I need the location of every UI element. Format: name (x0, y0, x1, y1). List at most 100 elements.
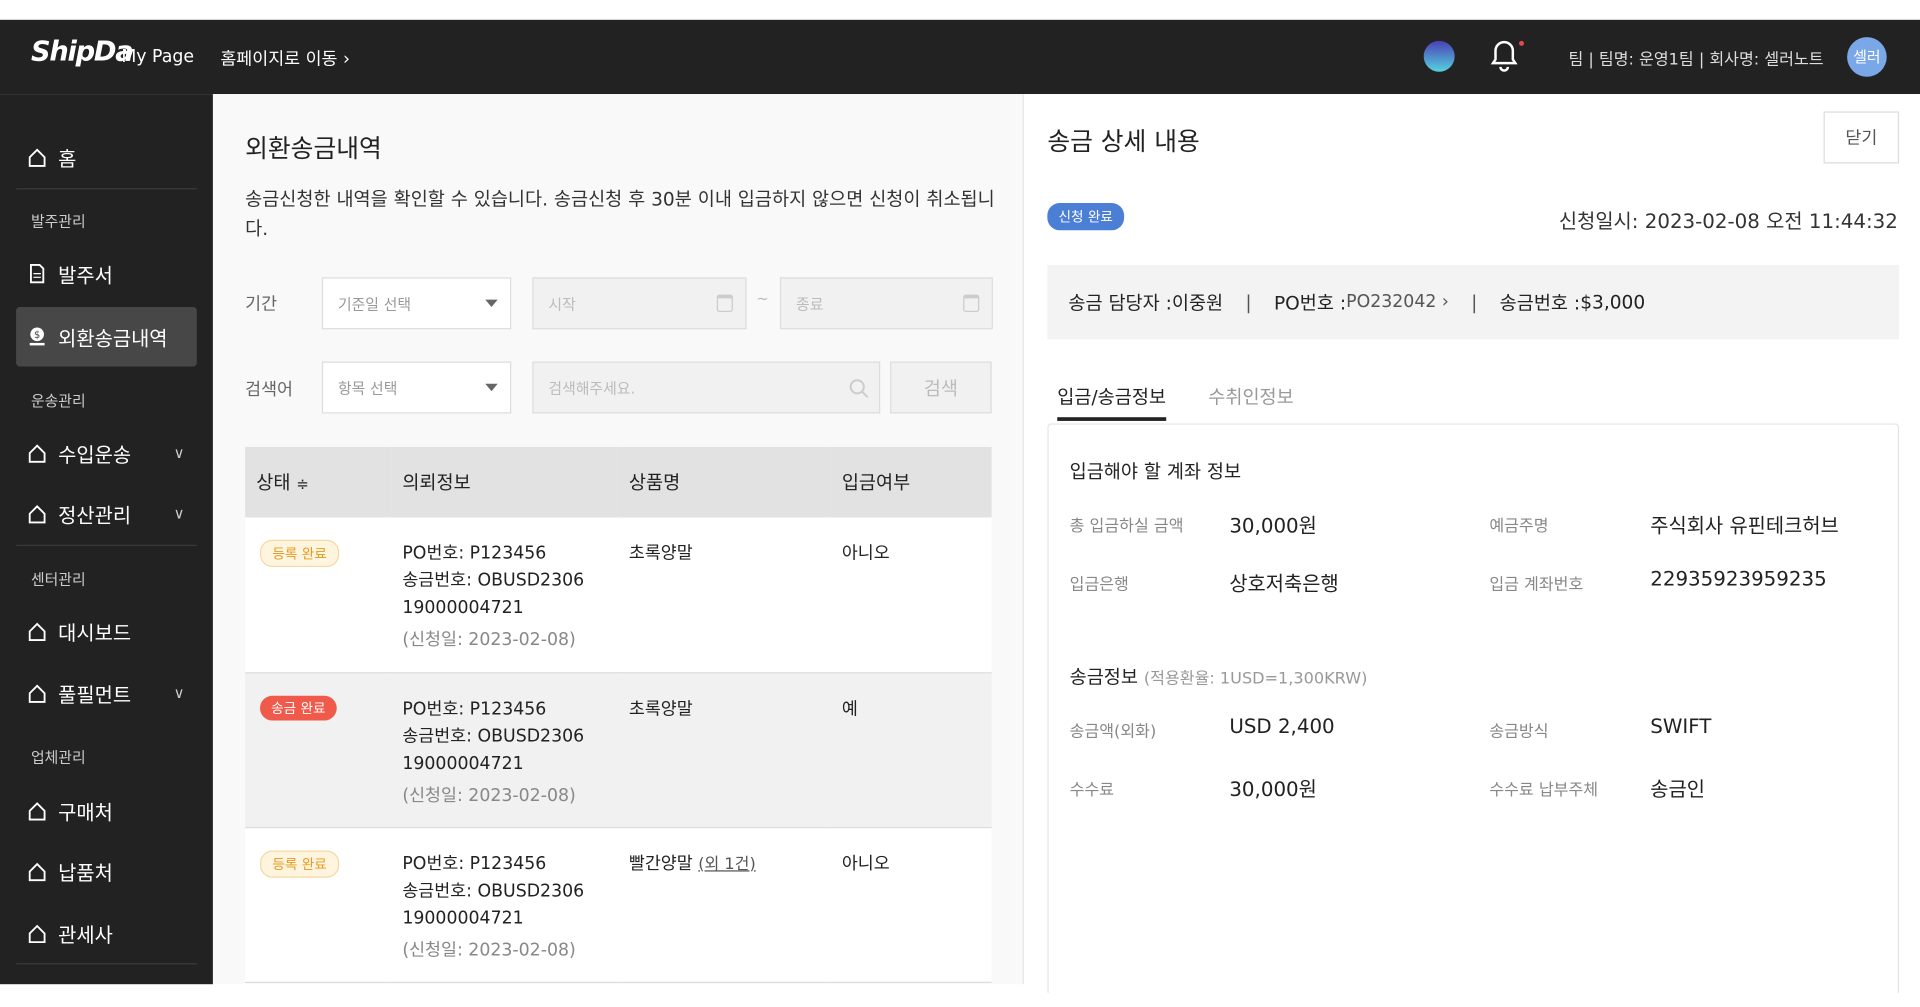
sidebar-item-dashboard[interactable]: 대시보드 (16, 607, 197, 657)
shipda-logo[interactable]: ShipDa (31, 37, 134, 68)
field-value: 30,000원 (1229, 777, 1317, 801)
divider (16, 188, 197, 190)
table-row[interactable]: 송금 완료 PO번호: P123456 송금번호: OBUSD2306 190000… (245, 672, 992, 828)
avatar[interactable]: 셀러 (1847, 37, 1887, 77)
remit-amount: $3,000 (1580, 290, 1646, 314)
sidebar-item-settlement[interactable]: 정산관리 ∨ (16, 489, 197, 539)
po-number: PO번호: P123456 (402, 543, 547, 564)
remit-label: 송금번호 : (1499, 291, 1581, 314)
field-value: 30,000원 (1229, 513, 1317, 538)
input-placeholder: 종료 (796, 295, 824, 313)
column-header-status[interactable]: 상태 ≑ (245, 446, 392, 518)
table-row[interactable]: 등록 완료 PO번호: P123456 송금번호: OBUSD2306 190000… (245, 826, 992, 983)
page-description: 송금신청한 내역을 확인할 수 있습니다. 송금신청 후 30분 이내 입금하지… (245, 188, 995, 241)
select-placeholder: 항목 선택 (337, 379, 398, 397)
remit-section-title: 송금정보 (적용환율: 1USD=1,300KRW) (1070, 664, 1368, 690)
field-label: 총 입금하실 금액 (1069, 517, 1184, 537)
range-tilde: ~ (756, 289, 769, 308)
bell-icon[interactable] (1489, 38, 1519, 73)
sidebar-item-import[interactable]: 수입운송 ∨ (16, 428, 197, 478)
summary-bar: 송금 담당자 : 이중원 | PO번호 : PO232042 › | 송금번호 … (1047, 264, 1900, 340)
remittance-detail-panel: 송금 상세 내용 닫기 신청 완료 신청일시: 2023-02-08 오전 11… (1022, 94, 1920, 993)
table-row[interactable]: 등록 완료 PO번호: P123456 송금번호: OBUSD2306 190000… (245, 517, 992, 673)
request-date: (신청일: 2023-02-08) (402, 785, 576, 806)
close-button[interactable]: 닫기 (1823, 111, 1900, 164)
home-icon (28, 924, 46, 944)
start-date-input[interactable]: 시작 (532, 277, 747, 330)
sidebar-item-supplier[interactable]: 구매처 (16, 786, 197, 836)
search-field-select[interactable]: 항목 선택 (321, 361, 512, 414)
group-shipping: 운송관리 (30, 392, 86, 410)
caret-down-icon (485, 383, 498, 392)
field-value: 상호저축은행 (1229, 571, 1339, 596)
home-icon (28, 862, 46, 882)
calendar-icon (963, 294, 980, 312)
sidebar-item-label: 풀필먼트 (58, 683, 132, 707)
field-value: 송금인 (1650, 777, 1705, 801)
period-label: 기간 (245, 294, 278, 315)
remit-number: 송금번호: OBUSD2306 (402, 726, 585, 746)
sidebar-item-label: 구매처 (58, 800, 113, 825)
sidebar-item-label: 외환송금내역 (58, 326, 168, 351)
field-label: 수수료 납부주체 (1489, 781, 1599, 800)
field-value: SWIFT (1650, 714, 1712, 738)
remit-number: 송금번호: OBUSD2306 (402, 570, 585, 591)
po-label: PO번호 : (1273, 291, 1347, 314)
home-icon (28, 444, 46, 463)
group-vendor: 업체관리 (30, 748, 86, 767)
document-icon (30, 264, 45, 284)
manager-name: 이중원 (1171, 291, 1224, 314)
date-type-select[interactable]: 기준일 선택 (321, 277, 512, 330)
divider (16, 544, 197, 546)
sidebar-item-home[interactable]: 홈 (16, 132, 197, 182)
select-placeholder: 기준일 선택 (337, 295, 412, 313)
assistant-avatar-icon[interactable] (1423, 40, 1455, 72)
filter-icon[interactable]: ≑ (296, 475, 308, 492)
sidebar-item-remittance[interactable]: $ 외환송금내역 (16, 307, 197, 367)
home-icon (28, 148, 46, 167)
svg-text:$: $ (34, 330, 40, 341)
header-label: 상태 (256, 471, 291, 494)
home-icon (28, 684, 46, 703)
manager-label: 송금 담당자 : (1068, 291, 1172, 314)
po-number: PO번호: P123456 (402, 853, 547, 874)
chevron-down-icon: ∨ (173, 444, 185, 462)
separator: | (1471, 290, 1478, 314)
product-name: 빨간양말 (628, 853, 693, 874)
calendar-icon (716, 294, 733, 312)
field-label: 송금방식 (1489, 722, 1549, 742)
po-link[interactable]: PO232042 › (1346, 292, 1449, 312)
sidebar-item-label: 발주서 (58, 263, 113, 288)
remit-number-cont: 19000004721 (402, 753, 524, 774)
account-section-title: 입금해야 할 계좌 정보 (1069, 460, 1242, 483)
field-label: 입금은행 (1069, 575, 1129, 595)
sidebar-item-label: 대시보드 (58, 621, 132, 645)
chevron-down-icon: ∨ (173, 684, 185, 702)
sidebar-item-purchase-order[interactable]: 발주서 (16, 249, 197, 299)
sidebar-item-fulfillment[interactable]: 풀필먼트 ∨ (16, 669, 197, 719)
page-title: 외환송금내역 (245, 133, 382, 164)
paid-status: 아니오 (841, 853, 890, 874)
tab-deposit-remittance[interactable]: 입금/송금정보 (1057, 384, 1167, 421)
sidebar-item-label: 관세사 (58, 923, 113, 948)
homepage-link[interactable]: 홈페이지로 이동 › (220, 46, 350, 71)
status-badge: 등록 완료 (259, 539, 340, 568)
sidebar-item-label: 정산관리 (58, 503, 132, 528)
sidebar-item-customs[interactable]: 관세사 (16, 909, 197, 959)
sidebar-item-label: 홈 (58, 147, 77, 171)
request-date: (신청일: 2023-02-08) (402, 940, 576, 961)
search-button[interactable]: 검색 (890, 361, 992, 414)
end-date-input[interactable]: 종료 (779, 277, 993, 330)
product-name: 초록양말 (628, 543, 693, 564)
sidebar-item-delivery[interactable]: 납품처 (16, 847, 197, 897)
home-icon (28, 622, 46, 641)
more-products-link[interactable]: (외 1건) (698, 855, 756, 874)
search-input[interactable]: 검색해주세요. (532, 361, 881, 414)
status-badge: 신청 완료 (1047, 203, 1125, 231)
notification-dot (1519, 40, 1524, 46)
field-label: 수수료 (1069, 781, 1115, 800)
field-label: 입금 계좌번호 (1489, 575, 1584, 595)
caret-down-icon (485, 299, 498, 308)
tab-recipient[interactable]: 수취인정보 (1208, 384, 1293, 410)
home-icon (28, 802, 46, 821)
